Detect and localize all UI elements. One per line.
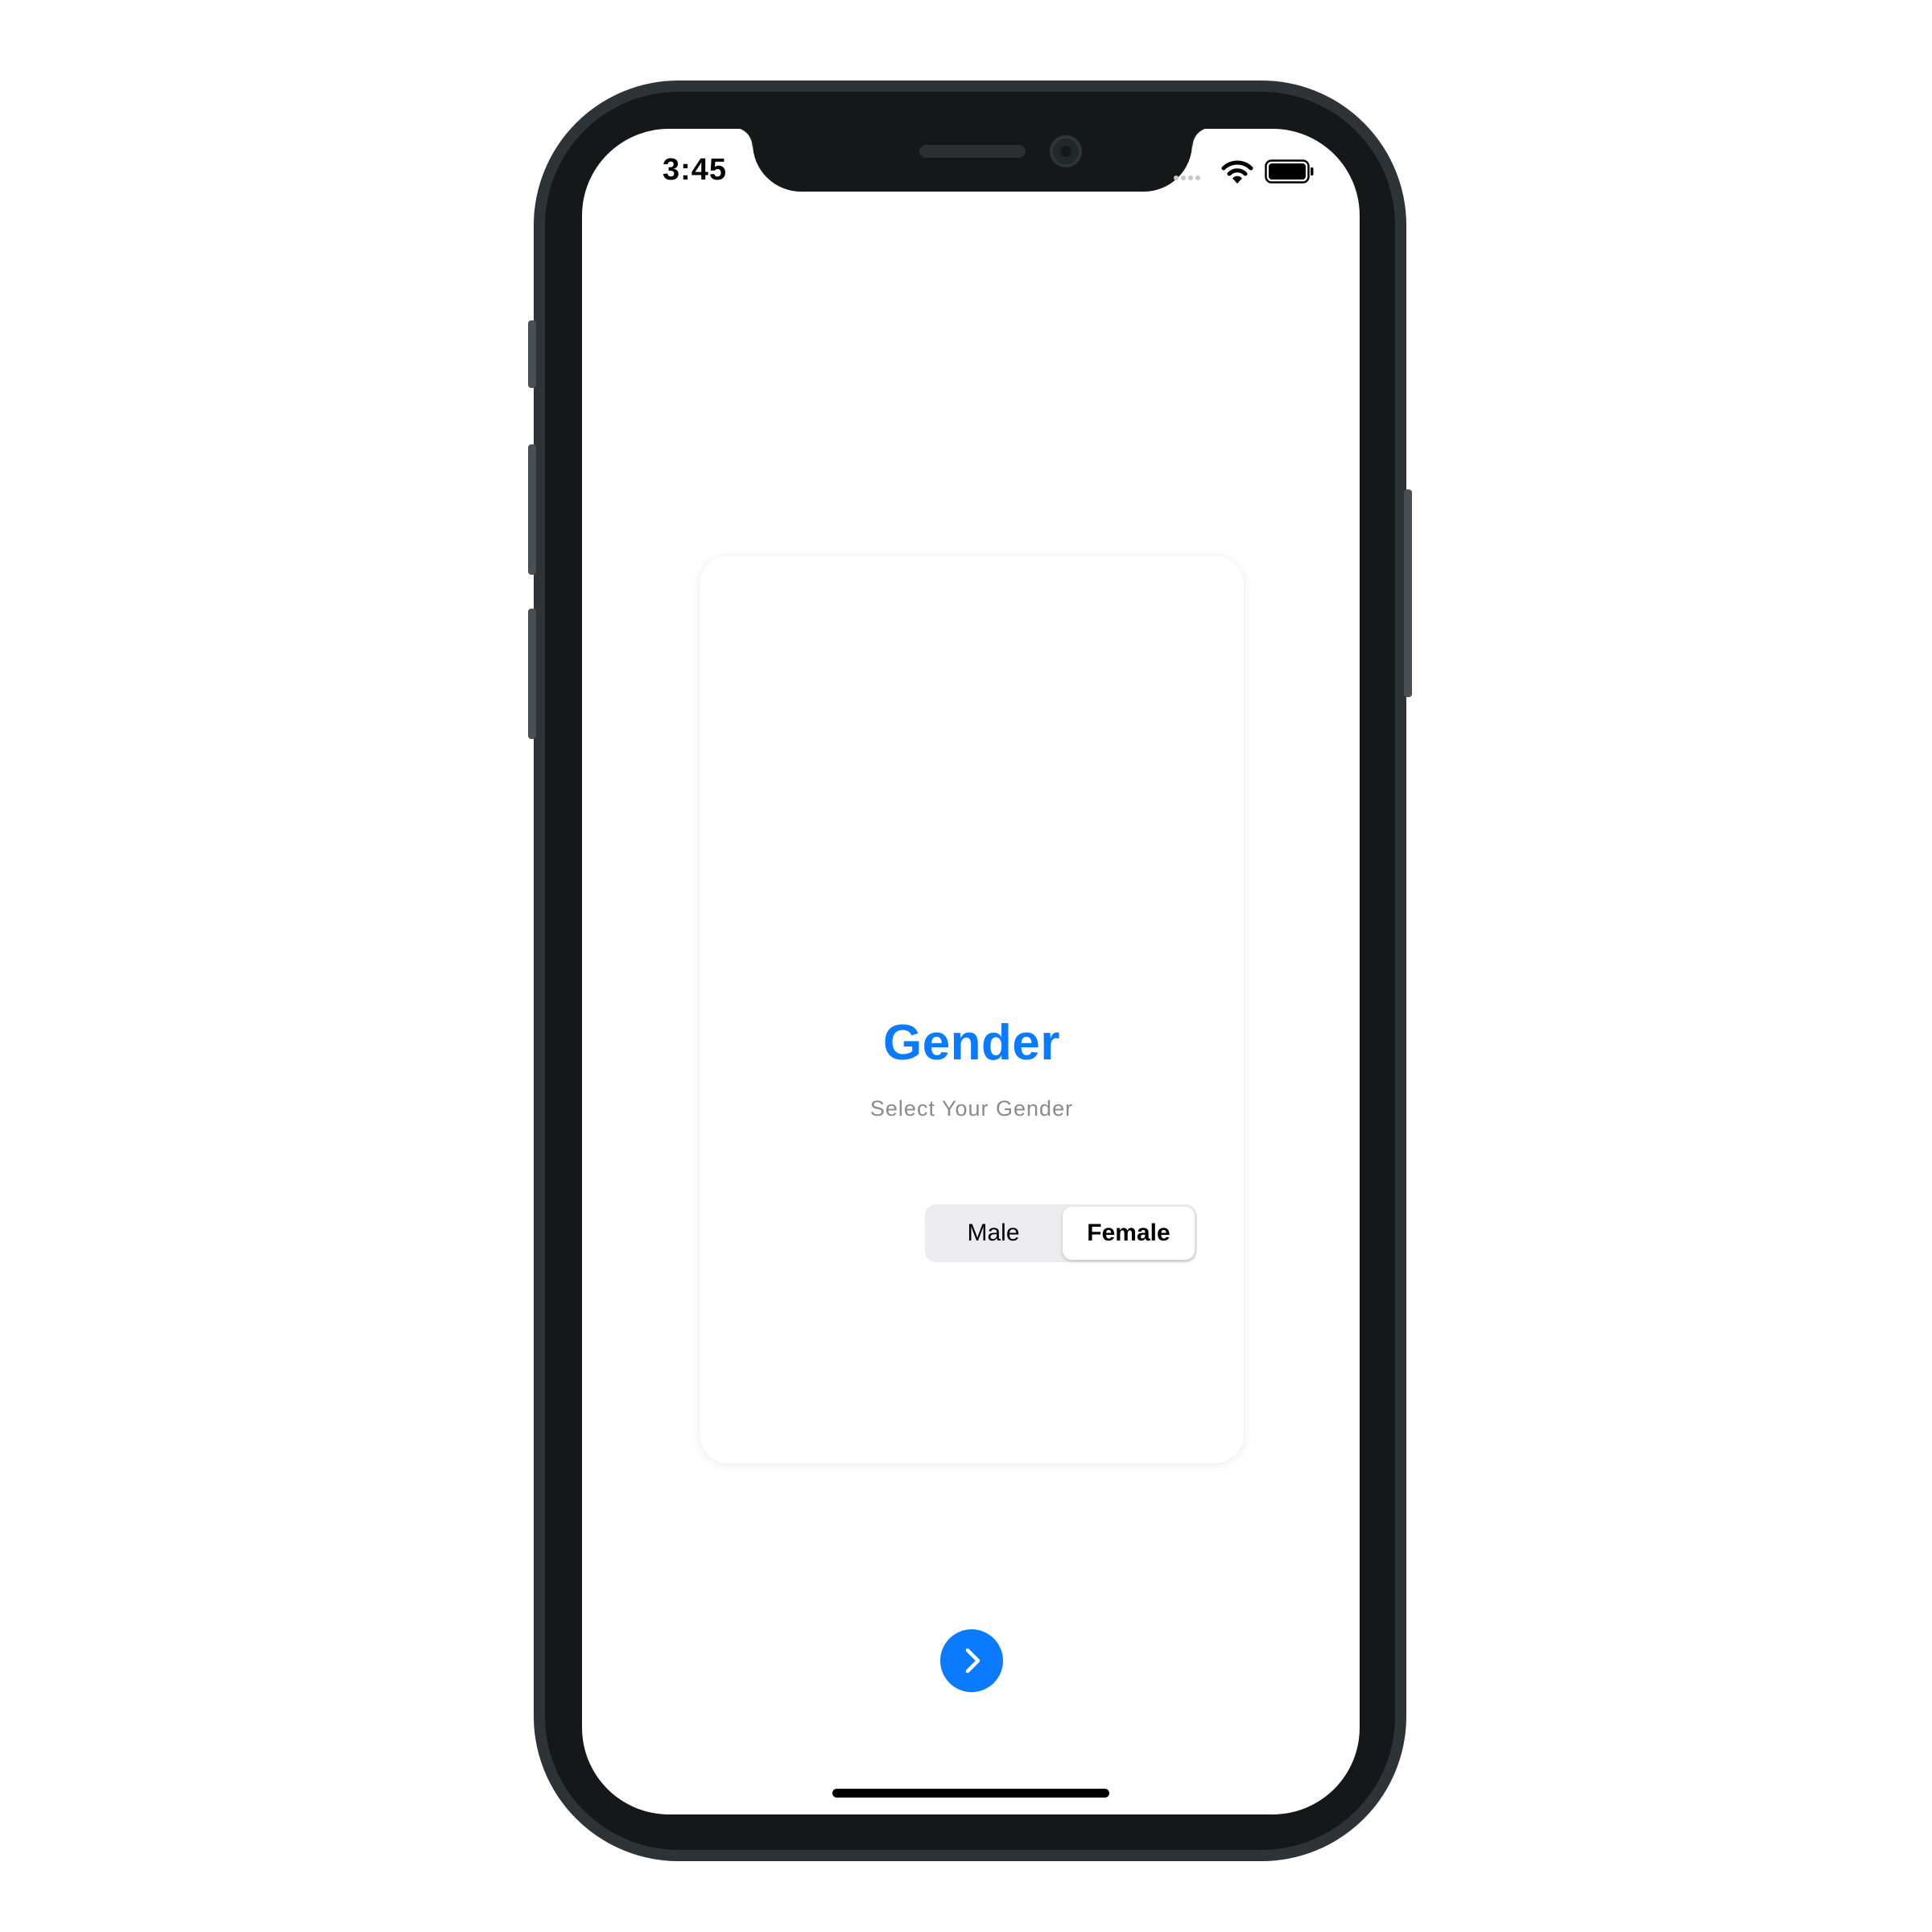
battery-icon [1265, 159, 1314, 184]
gender-card: Gender Select Your Gender Male Female [700, 555, 1244, 1463]
next-button[interactable] [940, 1629, 1003, 1692]
volume-down-button [528, 609, 536, 739]
gender-segmented-control: Male Female [925, 1204, 1197, 1262]
chevron-right-icon [965, 1648, 980, 1674]
card-subtitle: Select Your Gender [869, 1096, 1074, 1121]
speaker-grille [919, 145, 1026, 158]
phone-screen: 3:45 Gender Select Your Gender Male Fema… [582, 129, 1360, 1814]
volume-up-button [528, 444, 536, 575]
card-title: Gender [882, 1015, 1061, 1071]
power-button [1404, 489, 1412, 697]
home-indicator[interactable] [832, 1789, 1109, 1798]
segment-female[interactable]: Female [1063, 1207, 1195, 1260]
segment-male[interactable]: Male [927, 1207, 1059, 1260]
notch [733, 129, 1212, 192]
front-camera [1050, 135, 1082, 167]
wifi-icon [1221, 160, 1253, 184]
status-time: 3:45 [663, 153, 728, 187]
signal-icon [1174, 175, 1200, 180]
silent-switch [528, 320, 536, 388]
